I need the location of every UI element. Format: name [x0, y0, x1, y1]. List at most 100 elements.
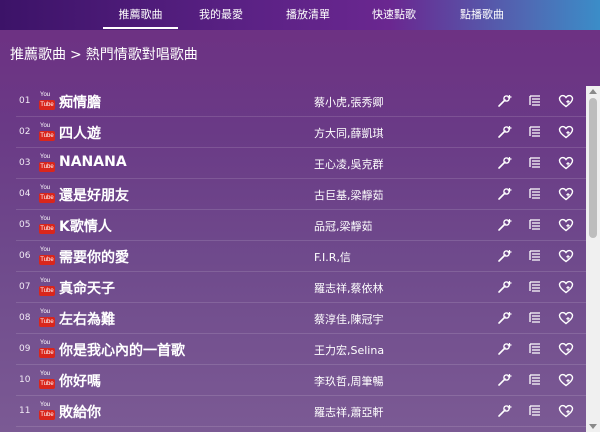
add-song-icon[interactable]: [497, 94, 513, 108]
song-artist: 方大同,薛凱琪: [314, 127, 384, 140]
song-title[interactable]: NANANA: [59, 154, 127, 170]
song-artist: 羅志祥,蕭亞軒: [314, 406, 384, 419]
song-title[interactable]: 痴情膽: [59, 92, 101, 112]
scrollbar[interactable]: [586, 86, 600, 432]
breadcrumb-current: 熱門情歌對唱歌曲: [85, 47, 198, 63]
favorite-heart-icon[interactable]: [558, 218, 574, 232]
scroll-up-arrow-icon[interactable]: [589, 89, 597, 94]
youtube-icon[interactable]: You Tube: [39, 92, 55, 111]
song-number: 05: [19, 220, 31, 230]
scroll-thumb[interactable]: [589, 98, 597, 238]
tab-recommended-songs[interactable]: 推薦歌曲: [103, 0, 178, 30]
tab-my-favorites[interactable]: 我的最愛: [185, 0, 257, 30]
youtube-icon[interactable]: You Tube: [39, 340, 55, 359]
youtube-icon[interactable]: You Tube: [39, 247, 55, 266]
song-artist: 蔡小虎,張秀卿: [314, 96, 384, 109]
breadcrumb-root[interactable]: 推薦歌曲: [10, 47, 66, 63]
add-song-icon[interactable]: [497, 280, 513, 294]
playlist-icon[interactable]: [528, 249, 544, 263]
playlist-icon[interactable]: [528, 280, 544, 294]
song-row[interactable]: 09 You Tube 你是我心內的一首歌 王力宏,Selina: [0, 334, 586, 365]
youtube-icon-bottom-text: Tube: [39, 224, 55, 234]
favorite-heart-icon[interactable]: [558, 187, 574, 201]
song-number: 08: [19, 313, 31, 323]
song-title[interactable]: 還是好朋友: [59, 185, 129, 205]
favorite-heart-icon[interactable]: [558, 125, 574, 139]
favorite-heart-icon[interactable]: [558, 373, 574, 387]
song-row[interactable]: 03 You Tube NANANA 王心凌,吳克群: [0, 148, 586, 179]
song-title[interactable]: 需要你的愛: [59, 247, 129, 267]
tab-quick-request[interactable]: 快速點歌: [358, 0, 430, 30]
song-row[interactable]: 02 You Tube 四人遊 方大同,薛凱琪: [0, 117, 586, 148]
song-row[interactable]: 07 You Tube 真命天子 羅志祥,蔡依林: [0, 272, 586, 303]
song-row[interactable]: 01 You Tube 痴情膽 蔡小虎,張秀卿: [0, 86, 586, 117]
add-song-icon[interactable]: [497, 187, 513, 201]
youtube-icon-top-text: You: [40, 402, 51, 408]
favorite-heart-icon[interactable]: [558, 156, 574, 170]
song-title[interactable]: 你好嗎: [59, 371, 101, 391]
playlist-icon[interactable]: [528, 94, 544, 108]
song-number: 03: [19, 158, 31, 168]
add-song-icon[interactable]: [497, 311, 513, 325]
playlist-icon[interactable]: [528, 125, 544, 139]
add-song-icon[interactable]: [497, 373, 513, 387]
scroll-down-arrow-icon[interactable]: [589, 424, 597, 429]
youtube-icon[interactable]: You Tube: [39, 154, 55, 173]
youtube-icon-top-text: You: [40, 185, 51, 191]
favorite-heart-icon[interactable]: [558, 280, 574, 294]
tab-requested-songs[interactable]: 點播歌曲: [446, 0, 518, 30]
song-title[interactable]: K歌情人: [59, 216, 112, 236]
favorite-heart-icon[interactable]: [558, 342, 574, 356]
song-list: 01 You Tube 痴情膽 蔡小虎,張秀卿 02 You Tube 四人遊 方大同,薛凱琪 03…: [0, 86, 586, 432]
youtube-icon-top-text: You: [40, 154, 51, 160]
playlist-icon[interactable]: [528, 373, 544, 387]
song-row[interactable]: 04 You Tube 還是好朋友 古巨基,梁靜茹: [0, 179, 586, 210]
youtube-icon-bottom-text: Tube: [39, 379, 55, 389]
favorite-heart-icon[interactable]: [558, 249, 574, 263]
add-song-icon[interactable]: [497, 218, 513, 232]
add-song-icon[interactable]: [497, 342, 513, 356]
song-row[interactable]: 06 You Tube 需要你的愛 F.I.R,信: [0, 241, 586, 272]
song-number: 01: [19, 96, 31, 106]
favorite-heart-icon[interactable]: [558, 94, 574, 108]
song-row[interactable]: 08 You Tube 左右為難 蔡淳佳,陳冠宇: [0, 303, 586, 334]
playlist-icon[interactable]: [528, 218, 544, 232]
song-title[interactable]: 四人遊: [59, 123, 101, 143]
youtube-icon-top-text: You: [40, 92, 51, 98]
favorite-heart-icon[interactable]: [558, 404, 574, 418]
song-title[interactable]: 真命天子: [59, 278, 115, 298]
playlist-icon[interactable]: [528, 311, 544, 325]
favorite-heart-icon[interactable]: [558, 311, 574, 325]
song-row[interactable]: 10 You Tube 你好嗎 李玖哲,周筆暢: [0, 365, 586, 396]
youtube-icon[interactable]: You Tube: [39, 278, 55, 297]
song-title[interactable]: 敗給你: [59, 402, 101, 422]
youtube-icon[interactable]: You Tube: [39, 371, 55, 390]
song-title[interactable]: 你是我心內的一首歌: [59, 340, 185, 360]
song-row[interactable]: 05 You Tube K歌情人 品冠,梁靜茹: [0, 210, 586, 241]
song-row[interactable]: 11 You Tube 敗給你 羅志祥,蕭亞軒: [0, 396, 586, 427]
song-number: 07: [19, 282, 31, 292]
song-artist: 李玖哲,周筆暢: [314, 375, 384, 388]
youtube-icon-bottom-text: Tube: [39, 255, 55, 265]
song-artist: 王心凌,吳克群: [314, 158, 384, 171]
youtube-icon[interactable]: You Tube: [39, 123, 55, 142]
song-number: 11: [19, 406, 31, 416]
playlist-icon[interactable]: [528, 404, 544, 418]
add-song-icon[interactable]: [497, 404, 513, 418]
add-song-icon[interactable]: [497, 125, 513, 139]
song-number: 06: [19, 251, 31, 261]
youtube-icon[interactable]: You Tube: [39, 216, 55, 235]
add-song-icon[interactable]: [497, 156, 513, 170]
song-artist: 王力宏,Selina: [314, 344, 385, 357]
youtube-icon-top-text: You: [40, 309, 51, 315]
youtube-icon[interactable]: You Tube: [39, 185, 55, 204]
playlist-icon[interactable]: [528, 156, 544, 170]
add-song-icon[interactable]: [497, 249, 513, 263]
youtube-icon-top-text: You: [40, 340, 51, 346]
playlist-icon[interactable]: [528, 342, 544, 356]
song-title[interactable]: 左右為難: [59, 309, 115, 329]
youtube-icon[interactable]: You Tube: [39, 402, 55, 421]
playlist-icon[interactable]: [528, 187, 544, 201]
youtube-icon[interactable]: You Tube: [39, 309, 55, 328]
tab-playlist[interactable]: 播放清單: [272, 0, 344, 30]
